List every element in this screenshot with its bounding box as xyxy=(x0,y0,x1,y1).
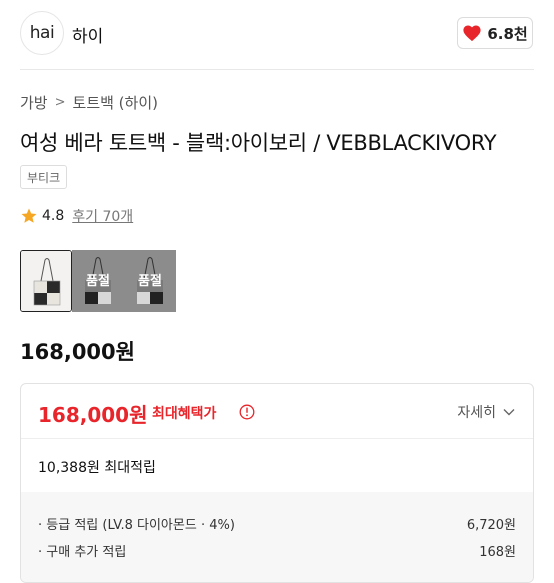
chevron-down-icon xyxy=(503,409,515,416)
chevron-right-icon: > xyxy=(54,95,66,110)
header-divider xyxy=(20,69,534,70)
option-thumbnail-soldout[interactable]: 품절 xyxy=(72,250,124,312)
benefit-divider xyxy=(21,438,533,439)
brand-logo[interactable]: hai xyxy=(20,11,64,55)
points-row: · 구매 추가 적립 168원 xyxy=(38,541,516,560)
option-thumbnail[interactable] xyxy=(20,250,72,312)
star-icon xyxy=(21,208,37,223)
benefit-label: 최대혜택가 xyxy=(152,406,217,422)
product-price: 168,000원 xyxy=(20,340,135,364)
soldout-label: 품절 xyxy=(86,274,110,289)
like-button[interactable]: 6.8천 xyxy=(457,17,533,49)
brand-logo-text: hai xyxy=(29,23,55,43)
points-row-value: 6,720원 xyxy=(466,518,516,533)
detail-label: 자세히 xyxy=(457,405,496,421)
detail-toggle-button[interactable]: 자세히 xyxy=(457,402,516,422)
benefit-box: 168,000원 최대혜택가 자세히 10,388원 최대적립 · 등급 적립 … xyxy=(20,383,534,583)
benefit-summary[interactable]: 168,000원 최대혜택가 자세히 xyxy=(21,384,533,438)
review-link[interactable]: 후기 70개 xyxy=(72,206,133,226)
like-count: 6.8천 xyxy=(487,24,528,43)
rating-value: 4.8 xyxy=(42,208,65,224)
product-title: 여성 베라 토트백 - 블랙:아이보리 / VEBBLACKIVORY xyxy=(20,131,497,155)
bag-image xyxy=(21,251,71,311)
option-thumbnails: 품절 품절 xyxy=(20,250,176,312)
points-row-label: · 등급 적립 (LV.8 다이아몬드 · 4%) xyxy=(38,518,235,533)
info-icon[interactable] xyxy=(239,404,255,420)
rating-summary: 4.8 후기 70개 xyxy=(20,206,133,226)
breadcrumb-item-subcategory[interactable]: 토트백 (하이) xyxy=(73,92,158,113)
points-row-label: · 구매 추가 적립 xyxy=(38,545,127,560)
brand-name[interactable]: 하이 xyxy=(72,22,103,47)
store-header: hai 하이 6.8천 xyxy=(0,0,554,68)
soldout-label: 품절 xyxy=(138,274,162,289)
points-total: 10,388원 최대적립 xyxy=(38,460,156,476)
points-row-value: 168원 xyxy=(479,545,516,560)
points-breakdown: · 등급 적립 (LV.8 다이아몬드 · 4%) 6,720원 · 구매 추가… xyxy=(21,492,533,582)
points-row: · 등급 적립 (LV.8 다이아몬드 · 4%) 6,720원 xyxy=(38,514,516,533)
breadcrumb-item-category[interactable]: 가방 xyxy=(20,92,48,113)
option-thumbnail-soldout[interactable]: 품절 xyxy=(124,250,176,312)
heart-icon xyxy=(463,25,481,42)
product-tag: 부티크 xyxy=(20,165,68,189)
benefit-price: 168,000원 xyxy=(38,403,148,427)
breadcrumb: 가방 > 토트백 (하이) xyxy=(20,92,158,113)
